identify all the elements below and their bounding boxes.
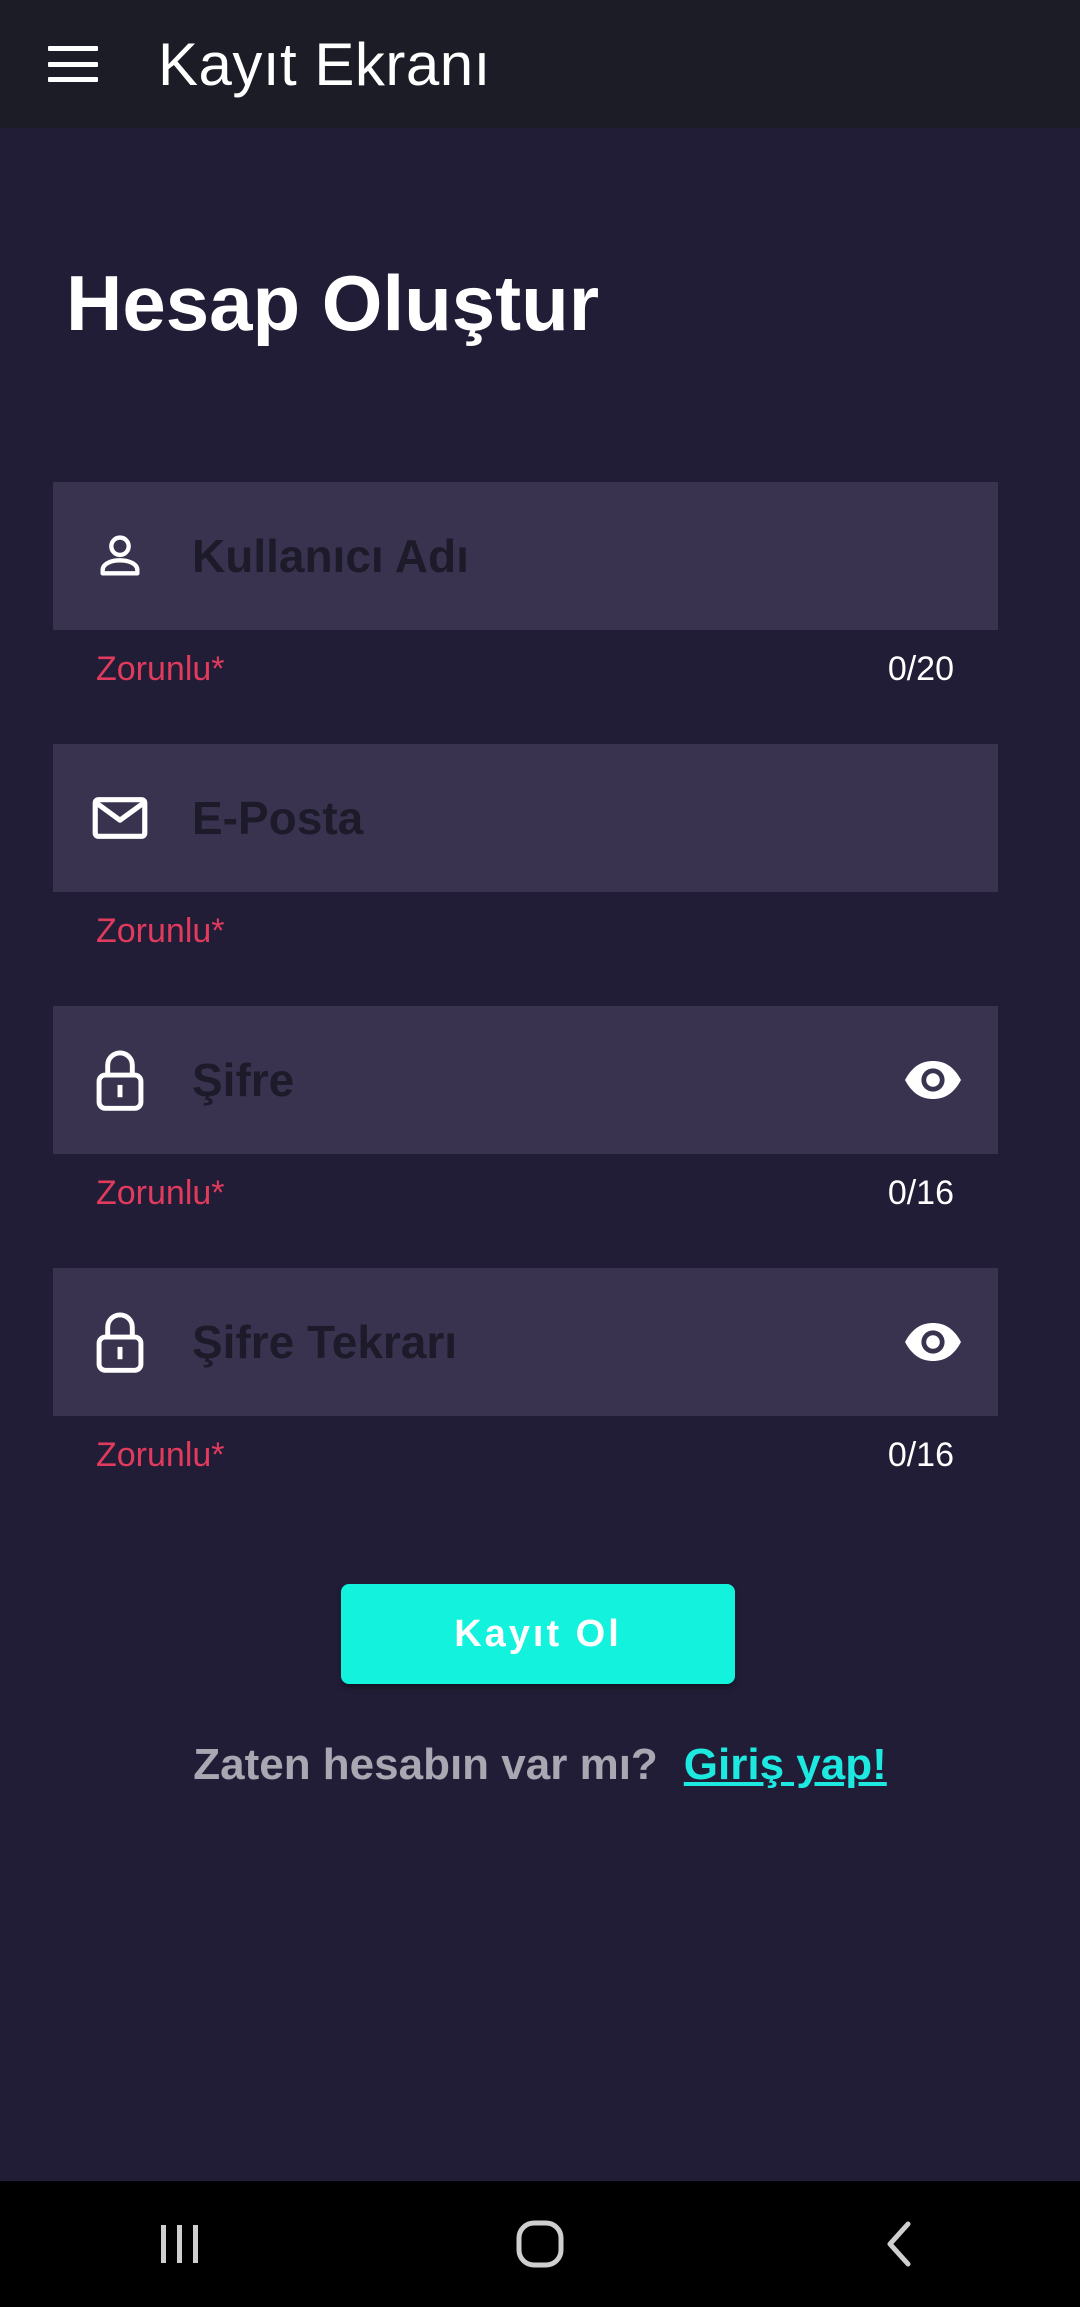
- password-repeat-required-label: Zorunlu*: [96, 1436, 225, 1474]
- home-icon[interactable]: [480, 2194, 600, 2294]
- password-field[interactable]: [53, 1006, 998, 1154]
- lock-icon: [85, 1006, 155, 1154]
- password-required-label: Zorunlu*: [96, 1174, 225, 1212]
- hamburger-menu-icon[interactable]: [48, 46, 98, 82]
- back-icon[interactable]: [840, 2194, 960, 2294]
- username-required-label: Zorunlu*: [96, 650, 225, 688]
- username-input[interactable]: [190, 482, 890, 630]
- email-input[interactable]: [190, 744, 890, 892]
- password-char-counter: 0/16: [887, 1174, 954, 1212]
- username-field[interactable]: [53, 482, 998, 630]
- password-input[interactable]: [190, 1006, 890, 1154]
- system-navigation-bar: [0, 2181, 1080, 2307]
- app-bar: Kayıt Ekranı: [0, 0, 1080, 128]
- password-repeat-char-counter: 0/16: [887, 1436, 954, 1474]
- eye-icon[interactable]: [898, 1268, 968, 1416]
- email-required-label: Zorunlu*: [96, 912, 225, 950]
- login-prompt: Zaten hesabın var mı? Giriş yap!: [0, 1740, 1080, 1790]
- eye-icon[interactable]: [898, 1006, 968, 1154]
- login-question-text: Zaten hesabın var mı?: [193, 1740, 658, 1789]
- password-repeat-field[interactable]: [53, 1268, 998, 1416]
- username-char-counter: 0/20: [887, 650, 954, 688]
- login-link[interactable]: Giriş yap!: [684, 1740, 887, 1789]
- person-icon: [85, 482, 155, 630]
- recent-apps-icon[interactable]: [120, 2194, 240, 2294]
- email-field[interactable]: [53, 744, 998, 892]
- password-repeat-input[interactable]: [190, 1268, 890, 1416]
- page-title: Hesap Oluştur: [66, 259, 600, 347]
- mail-icon: [85, 744, 155, 892]
- lock-icon: [85, 1268, 155, 1416]
- app-bar-title: Kayıt Ekranı: [158, 30, 491, 98]
- register-button[interactable]: Kayıt Ol: [341, 1584, 735, 1684]
